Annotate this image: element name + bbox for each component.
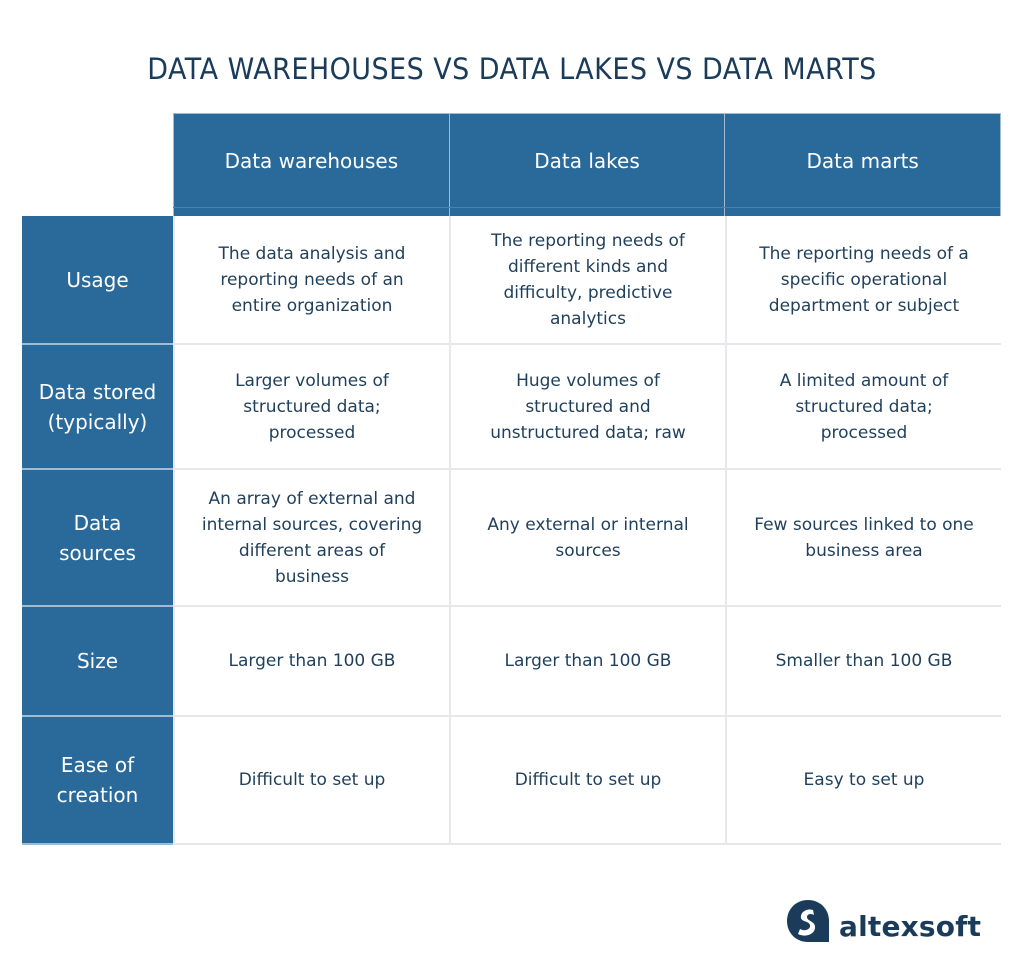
table-cell: The data analysis and reporting needs of… [173, 216, 449, 343]
table-cell: The reporting needs of different kinds a… [449, 216, 725, 343]
row-header-label: Usage [66, 267, 129, 292]
row-header: Size [22, 607, 173, 717]
table-cell: Smaller than 100 GB [725, 607, 1001, 715]
cell-text: Larger than 100 GB [504, 651, 672, 671]
cell-text: A limited amount of structured data; pro… [779, 370, 949, 443]
table-cell: A limited amount of structured data; pro… [725, 345, 1001, 468]
cell-text: Huge volumes of structured and unstructu… [490, 370, 686, 443]
table-header: Data warehouses Data lakes Data marts [173, 113, 1001, 216]
row-header: Data sources [22, 470, 173, 607]
column-header-data-warehouses: Data warehouses [173, 114, 449, 216]
row-header-label: Ease of creation [56, 753, 139, 807]
table-cell: An array of external and internal source… [173, 470, 449, 605]
table-cell: Larger than 100 GB [173, 607, 449, 715]
cell-text: Few sources linked to one business area [754, 514, 974, 561]
row-header-label: Data stored (typically) [38, 379, 157, 434]
cell-text: The data analysis and reporting needs of… [218, 243, 406, 316]
cell-text: Larger volumes of structured data; proce… [235, 370, 389, 443]
row-header-label: Data sources [59, 510, 136, 565]
logo-text: altexsoft [839, 909, 982, 943]
comparison-table: Usage The data analysis and reporting ne… [22, 216, 1001, 845]
table-cell: Any external or internal sources [449, 470, 725, 605]
cell-text: Difficult to set up [238, 770, 386, 790]
table-row-data-stored: Data stored (typically) Larger volumes o… [22, 345, 1001, 470]
row-header: Data stored (typically) [22, 345, 173, 470]
altexsoft-logo: altexsoft [785, 898, 981, 944]
row-header: Usage [22, 216, 173, 345]
table-cell: Difficult to set up [173, 717, 449, 843]
cell-text: Smaller than 100 GB [775, 651, 953, 671]
row-header-label: Size [76, 649, 119, 673]
column-header-data-marts: Data marts [724, 114, 1000, 216]
table-row-usage: Usage The data analysis and reporting ne… [22, 216, 1001, 345]
table-row-size: Size Larger than 100 GB Larger than 100 … [22, 607, 1001, 717]
column-header-data-lakes: Data lakes [448, 114, 725, 216]
cell-text: Easy to set up [803, 770, 925, 790]
column-header-label: Data marts [806, 149, 919, 173]
row-header: Ease of creation [22, 717, 173, 845]
altexsoft-logo-icon [787, 900, 829, 942]
table-cell: The reporting needs of a specific operat… [725, 216, 1001, 343]
column-header-label: Data warehouses [224, 149, 399, 173]
cell-text: Larger than 100 GB [228, 651, 396, 671]
table-cell: Larger volumes of structured data; proce… [173, 345, 449, 468]
page-title: DATA WAREHOUSES VS DATA LAKES VS DATA MA… [147, 52, 877, 86]
column-header-label: Data lakes [534, 149, 640, 173]
cell-text: An array of external and internal source… [201, 488, 423, 587]
table-cell: Difficult to set up [449, 717, 725, 843]
table-row-ease-of-creation: Ease of creation Difficult to set up Dif… [22, 717, 1001, 845]
cell-text: The reporting needs of a specific operat… [759, 243, 969, 316]
cell-text: Difficult to set up [514, 770, 662, 790]
table-cell: Few sources linked to one business area [725, 470, 1001, 605]
cell-text: Any external or internal sources [487, 514, 689, 561]
table-cell: Easy to set up [725, 717, 1001, 843]
table-row-data-sources: Data sources An array of external and in… [22, 470, 1001, 607]
table-cell: Huge volumes of structured and unstructu… [449, 345, 725, 468]
cell-text: The reporting needs of different kinds a… [491, 230, 685, 329]
table-cell: Larger than 100 GB [449, 607, 725, 715]
